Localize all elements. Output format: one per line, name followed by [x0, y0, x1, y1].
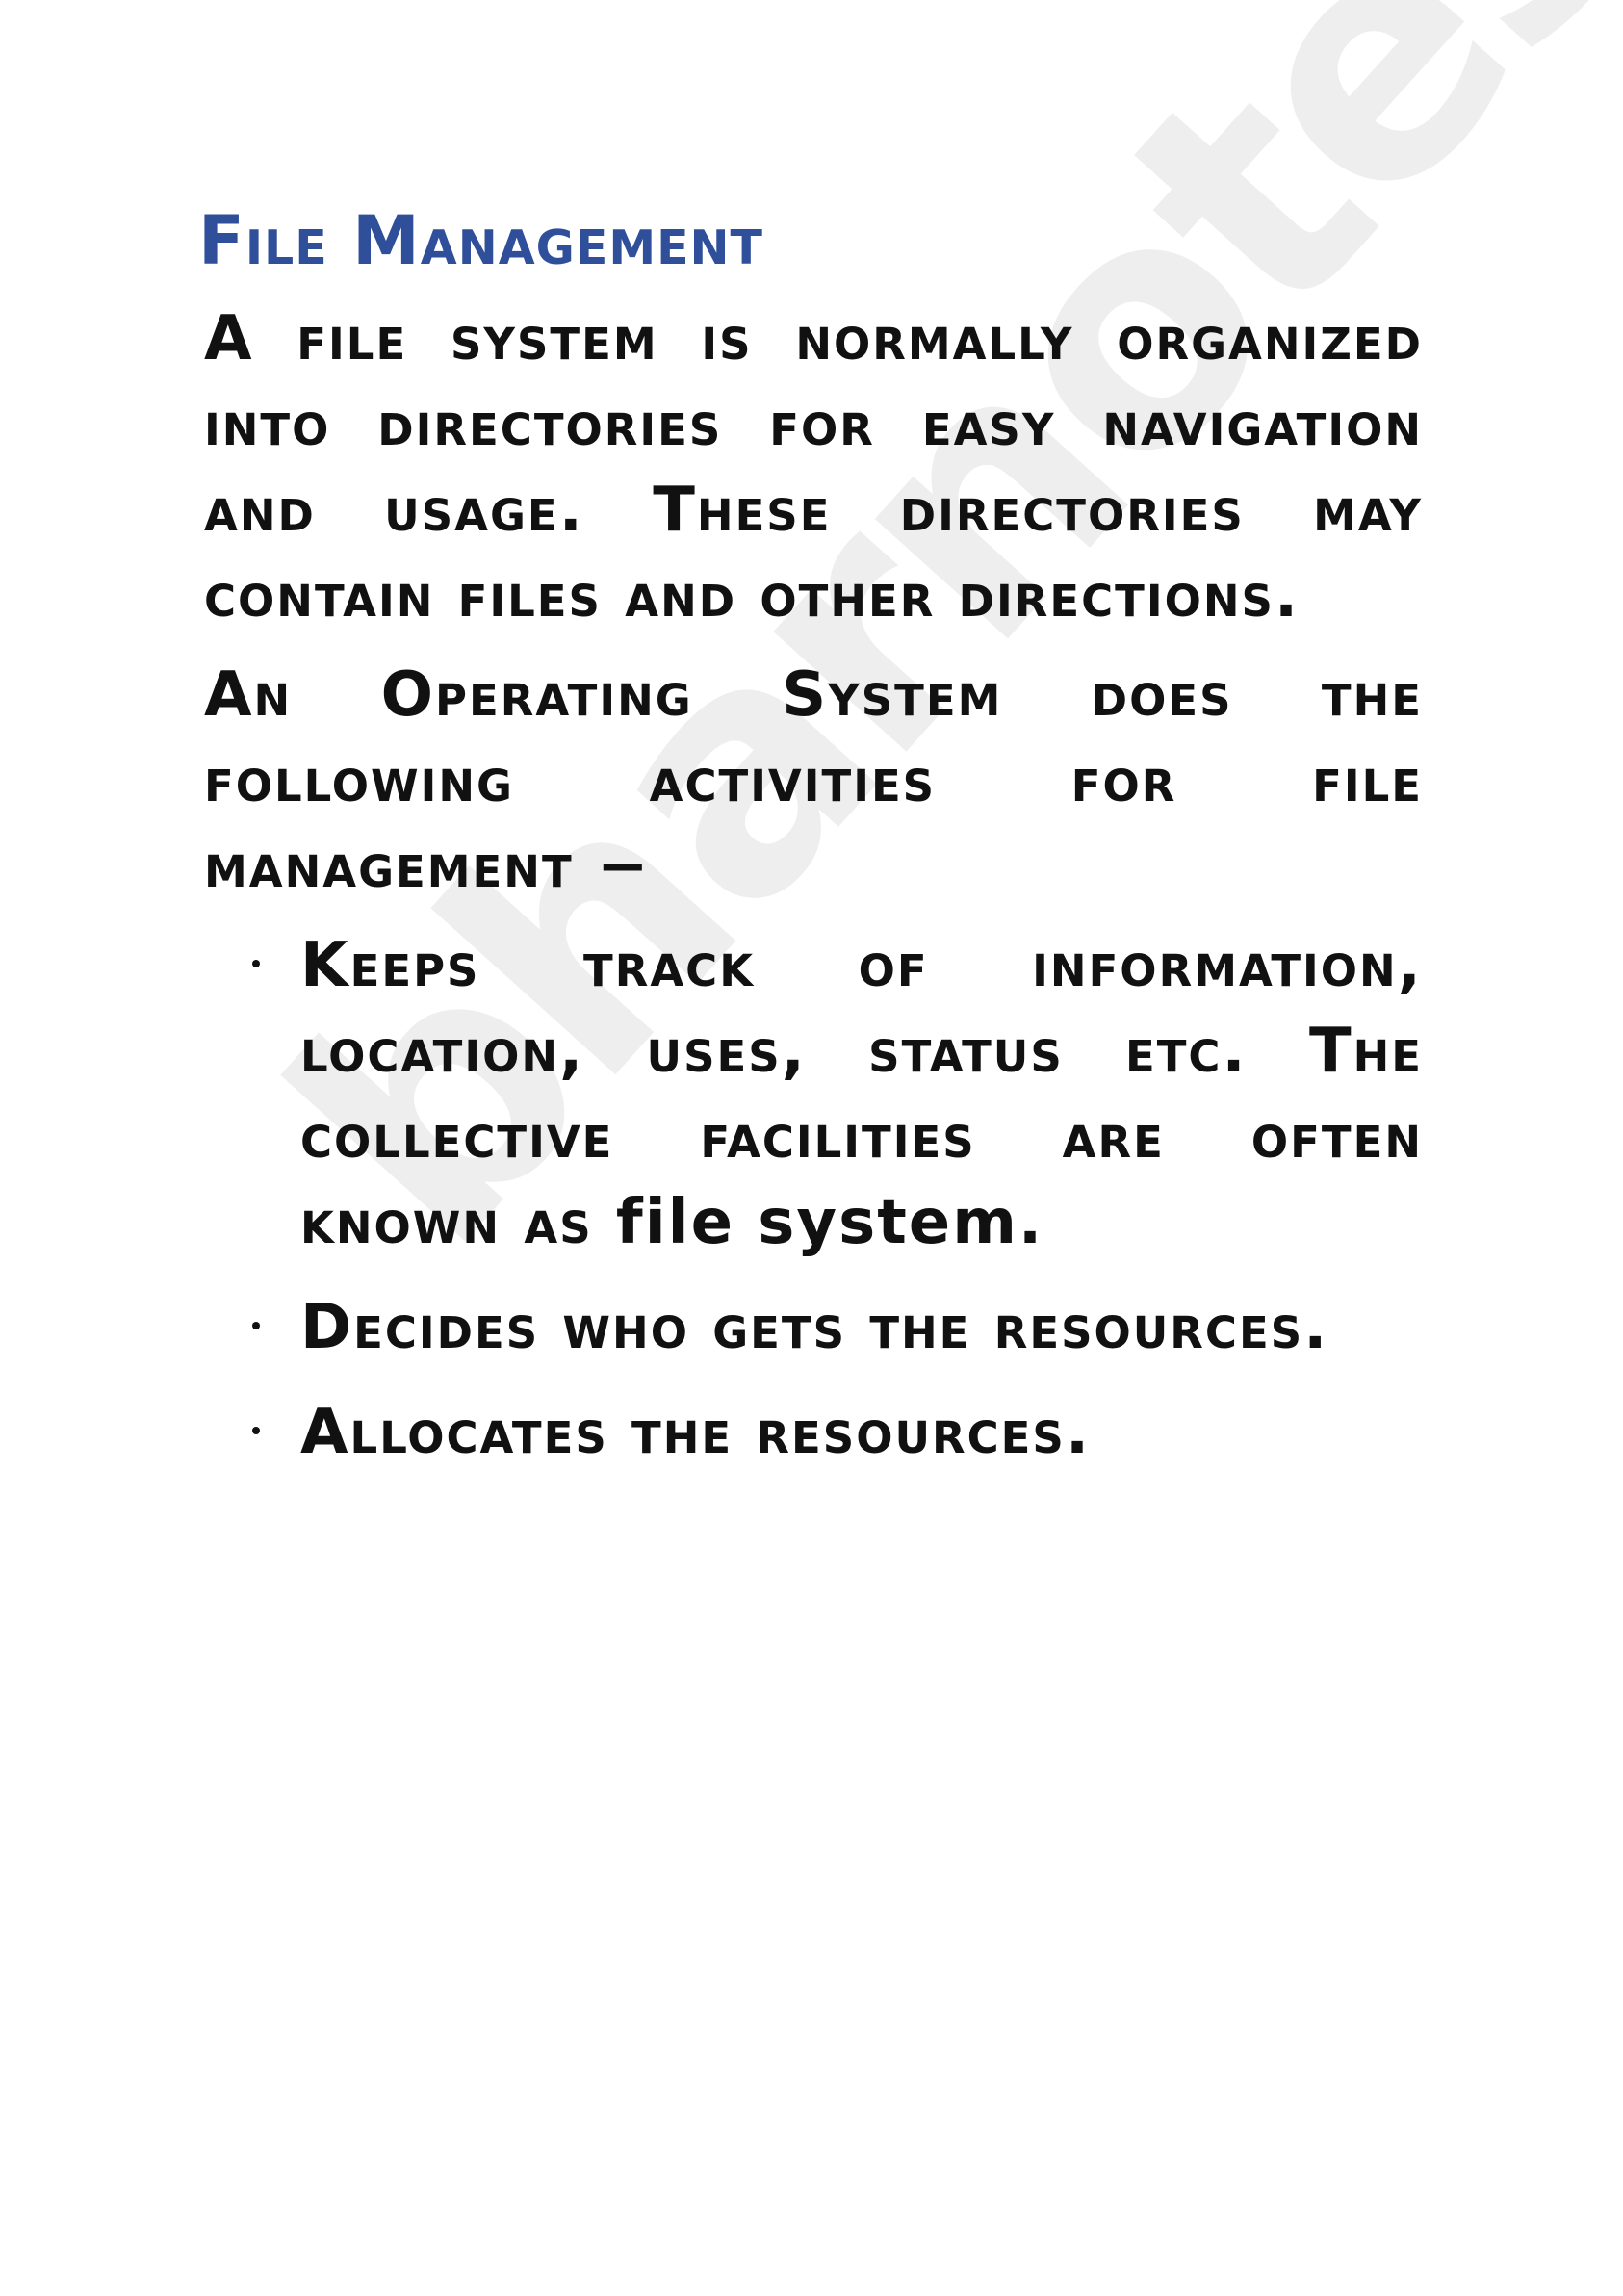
list-item-text: Decides who gets the resources.	[300, 1292, 1329, 1363]
list-item: Keeps track of information, location, us…	[204, 923, 1423, 1266]
section-heading: File Management	[198, 201, 763, 280]
bullet-icon	[252, 960, 260, 967]
list-item-term: file system.	[615, 1187, 1044, 1258]
bullet-icon	[252, 1322, 260, 1329]
list-item-text: Allocates the resources.	[300, 1397, 1092, 1468]
paragraph-intro: A file system is normally organized into…	[204, 303, 1423, 632]
paragraph-activities: An Operating System does the following a…	[204, 659, 1423, 902]
document-page: File Management A file system is normall…	[198, 193, 1423, 1476]
activity-list: Keeps track of information, location, us…	[204, 923, 1423, 1476]
bullet-icon	[252, 1427, 260, 1434]
list-item: Allocates the resources.	[204, 1390, 1423, 1476]
list-item: Decides who gets the resources.	[204, 1285, 1423, 1371]
